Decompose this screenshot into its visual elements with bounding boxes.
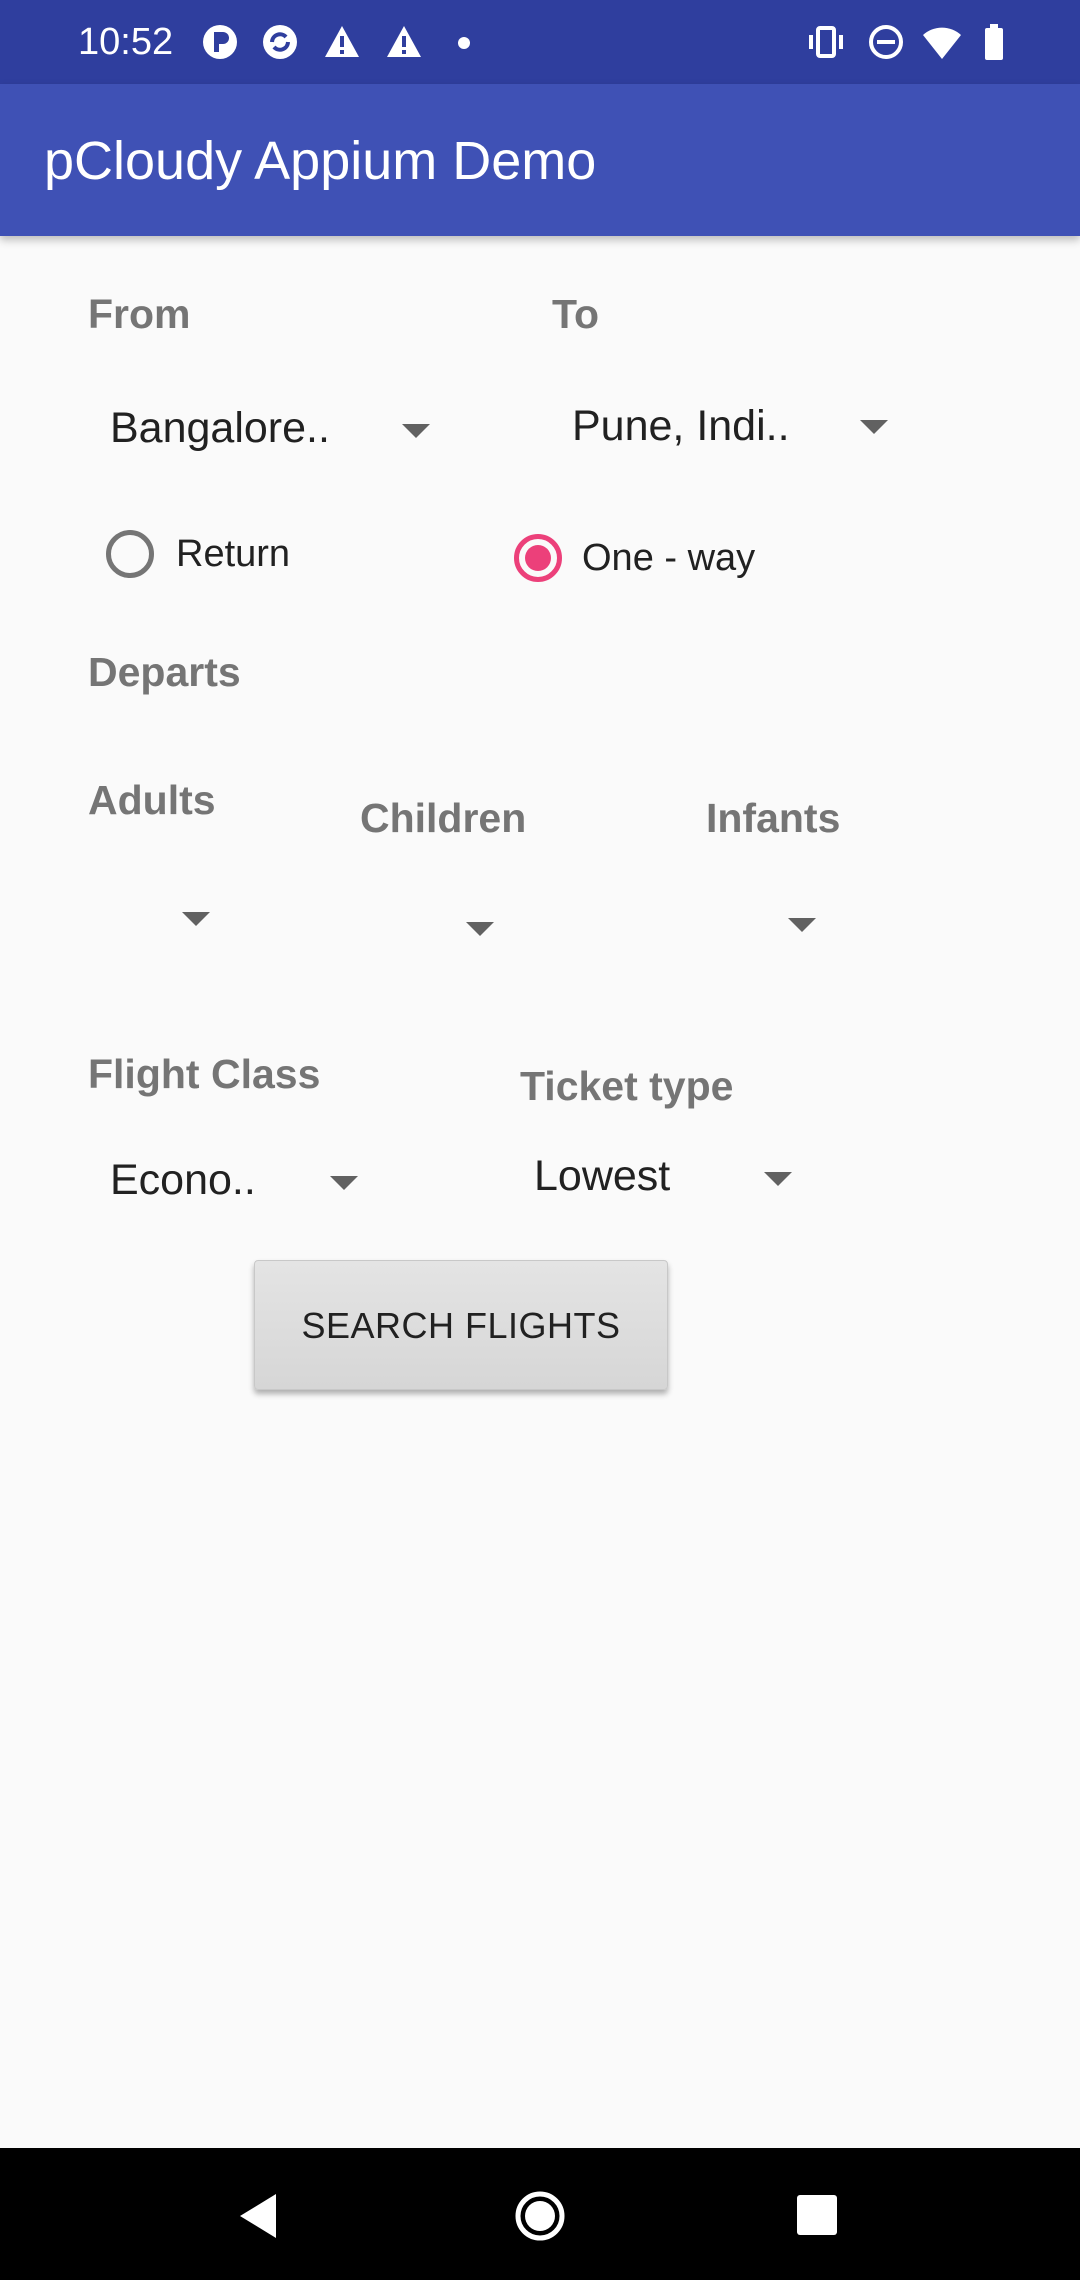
dot-icon [458, 37, 470, 49]
radio-unchecked-icon [106, 530, 154, 578]
oneway-radio[interactable]: One - way [514, 534, 794, 582]
return-radio[interactable]: Return [106, 530, 346, 578]
navigation-bar [0, 2148, 1080, 2280]
search-flights-button[interactable]: SEARCH FLIGHTS [254, 1260, 668, 1390]
chevron-down-icon [860, 420, 888, 434]
recents-icon[interactable] [796, 2194, 838, 2236]
do-not-disturb-icon [869, 25, 903, 59]
app-notification-icon [203, 25, 237, 59]
children-label: Children [360, 795, 527, 841]
chevron-down-icon [764, 1172, 792, 1186]
infants-spinner[interactable] [700, 896, 840, 952]
warning-icon [387, 26, 421, 57]
to-label: To [552, 291, 600, 337]
vibrate-icon [809, 26, 843, 58]
ticket-type-spinner[interactable]: Lowest [534, 1150, 824, 1206]
flight-class-spinner[interactable]: Econo.. [110, 1154, 380, 1210]
chevron-down-icon [466, 922, 494, 936]
adults-label: Adults [88, 777, 216, 823]
to-spinner[interactable]: Pune, Indi.. [572, 400, 902, 456]
return-radio-label: Return [176, 533, 291, 575]
chevron-down-icon [788, 918, 816, 932]
flight-class-spinner-value: Econo.. [110, 1156, 256, 1204]
sync-icon [263, 25, 297, 59]
from-spinner[interactable]: Bangalore.. [110, 402, 440, 458]
home-icon[interactable] [514, 2190, 566, 2242]
app-screen: 10:52 pCloudy Appium Demo From To Bangal… [0, 0, 1080, 2280]
departs-label: Departs [88, 649, 241, 695]
oneway-radio-label: One - way [582, 537, 756, 579]
from-label: From [88, 291, 191, 337]
from-spinner-value: Bangalore.. [110, 404, 330, 452]
app-bar: pCloudy Appium Demo [0, 84, 1080, 236]
warning-icon [325, 26, 359, 57]
wifi-icon [923, 27, 961, 59]
infants-label: Infants [706, 795, 841, 841]
radio-checked-icon [514, 534, 562, 582]
flight-class-label: Flight Class [88, 1051, 321, 1097]
ticket-type-label: Ticket type [520, 1063, 734, 1109]
chevron-down-icon [330, 1176, 358, 1190]
app-title: pCloudy Appium Demo [44, 131, 597, 191]
battery-icon [985, 24, 1003, 60]
ticket-type-spinner-value: Lowest [534, 1152, 671, 1200]
status-bar: 10:52 [0, 0, 1080, 84]
to-spinner-value: Pune, Indi.. [572, 402, 790, 450]
chevron-down-icon [182, 912, 210, 926]
children-spinner[interactable] [380, 900, 500, 956]
adults-spinner[interactable] [110, 890, 230, 946]
status-time: 10:52 [78, 21, 174, 63]
chevron-down-icon [402, 424, 430, 438]
back-icon[interactable] [236, 2192, 280, 2240]
